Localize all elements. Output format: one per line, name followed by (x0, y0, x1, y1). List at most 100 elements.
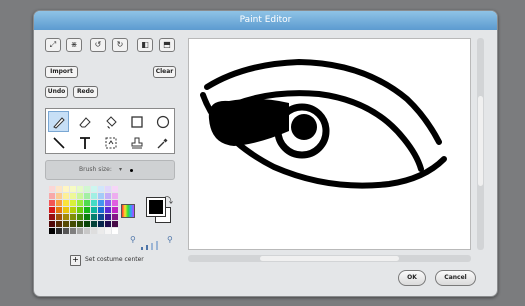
palette-swatch[interactable] (84, 228, 90, 234)
color-palette[interactable] (49, 186, 118, 234)
rotate-right-icon[interactable]: ↻ (112, 38, 128, 52)
swap-colors-icon[interactable]: ⤵ (165, 195, 173, 206)
ok-button[interactable]: OK (398, 270, 426, 286)
palette-swatch[interactable] (70, 207, 76, 213)
palette-swatch[interactable] (56, 228, 62, 234)
palette-swatch[interactable] (56, 221, 62, 227)
rectangle-tool[interactable] (126, 111, 147, 132)
palette-swatch[interactable] (63, 193, 69, 199)
palette-swatch[interactable] (77, 207, 83, 213)
palette-swatch[interactable] (77, 193, 83, 199)
undo-button[interactable]: Undo (45, 86, 68, 98)
flip-vertical-icon[interactable]: ⬒ (159, 38, 175, 52)
rotate-left-icon[interactable]: ↺ (90, 38, 106, 52)
palette-swatch[interactable] (77, 214, 83, 220)
select-tool[interactable] (100, 132, 121, 153)
stamp-tool[interactable] (126, 132, 147, 153)
eraser-tool[interactable] (74, 111, 95, 132)
palette-swatch[interactable] (112, 200, 118, 206)
paint-canvas[interactable] (188, 38, 471, 250)
palette-swatch[interactable] (49, 221, 55, 227)
palette-swatch[interactable] (105, 221, 111, 227)
palette-swatch[interactable] (63, 207, 69, 213)
palette-swatch[interactable] (112, 214, 118, 220)
palette-swatch[interactable] (98, 200, 104, 206)
clear-button[interactable]: Clear (153, 66, 176, 78)
brush-size-options[interactable]: Brush size: ▾ (45, 160, 175, 180)
palette-swatch[interactable] (91, 228, 97, 234)
palette-swatch[interactable] (105, 186, 111, 192)
import-button[interactable]: Import (45, 66, 78, 78)
palette-swatch[interactable] (70, 186, 76, 192)
palette-swatch[interactable] (91, 193, 97, 199)
palette-swatch[interactable] (63, 228, 69, 234)
zoom-in-icon[interactable]: ⚲ (167, 235, 173, 244)
palette-swatch[interactable] (70, 221, 76, 227)
palette-swatch[interactable] (91, 200, 97, 206)
palette-swatch[interactable] (98, 228, 104, 234)
color-spectrum-swatch[interactable] (121, 204, 135, 218)
cancel-button[interactable]: Cancel (435, 270, 476, 286)
palette-swatch[interactable] (105, 214, 111, 220)
palette-swatch[interactable] (105, 200, 111, 206)
palette-swatch[interactable] (49, 200, 55, 206)
palette-swatch[interactable] (84, 221, 90, 227)
palette-swatch[interactable] (91, 214, 97, 220)
palette-swatch[interactable] (84, 186, 90, 192)
redo-button[interactable]: Redo (73, 86, 98, 98)
palette-swatch[interactable] (56, 193, 62, 199)
palette-swatch[interactable] (84, 200, 90, 206)
palette-swatch[interactable] (49, 228, 55, 234)
palette-swatch[interactable] (56, 214, 62, 220)
palette-swatch[interactable] (63, 214, 69, 220)
chevron-down-icon[interactable]: ▾ (119, 161, 122, 179)
palette-swatch[interactable] (91, 221, 97, 227)
zoom-out-icon[interactable]: ⚲ (130, 235, 136, 244)
grow-icon[interactable]: ⤢ (45, 38, 61, 52)
palette-swatch[interactable] (91, 186, 97, 192)
palette-swatch[interactable] (49, 207, 55, 213)
set-center-label[interactable]: Set costume center (85, 256, 144, 263)
foreground-color-swatch[interactable] (146, 197, 166, 217)
palette-swatch[interactable] (98, 214, 104, 220)
palette-swatch[interactable] (84, 207, 90, 213)
eyedropper-tool[interactable] (152, 132, 173, 153)
horizontal-scroll-thumb[interactable] (260, 256, 399, 261)
palette-swatch[interactable] (70, 228, 76, 234)
line-tool[interactable] (48, 132, 69, 153)
palette-swatch[interactable] (77, 200, 83, 206)
palette-swatch[interactable] (56, 200, 62, 206)
palette-swatch[interactable] (70, 193, 76, 199)
vertical-scroll-thumb[interactable] (478, 96, 483, 186)
palette-swatch[interactable] (105, 228, 111, 234)
horizontal-scrollbar[interactable] (188, 255, 471, 262)
palette-swatch[interactable] (105, 193, 111, 199)
palette-swatch[interactable] (77, 221, 83, 227)
fill-tool[interactable] (100, 111, 121, 132)
palette-swatch[interactable] (112, 186, 118, 192)
palette-swatch[interactable] (105, 207, 111, 213)
shrink-icon[interactable]: ⋇ (66, 38, 82, 52)
palette-swatch[interactable] (98, 193, 104, 199)
palette-swatch[interactable] (77, 228, 83, 234)
palette-swatch[interactable] (98, 221, 104, 227)
set-center-icon[interactable]: + (70, 255, 81, 266)
brush-tool[interactable] (48, 111, 69, 132)
palette-swatch[interactable] (56, 207, 62, 213)
palette-swatch[interactable] (84, 193, 90, 199)
palette-swatch[interactable] (56, 186, 62, 192)
palette-swatch[interactable] (98, 207, 104, 213)
palette-swatch[interactable] (49, 214, 55, 220)
ellipse-tool[interactable] (152, 111, 173, 132)
palette-swatch[interactable] (77, 186, 83, 192)
palette-swatch[interactable] (70, 200, 76, 206)
palette-swatch[interactable] (63, 186, 69, 192)
palette-swatch[interactable] (63, 221, 69, 227)
palette-swatch[interactable] (112, 221, 118, 227)
text-tool[interactable] (74, 132, 95, 153)
palette-swatch[interactable] (112, 228, 118, 234)
vertical-scrollbar[interactable] (477, 38, 484, 250)
palette-swatch[interactable] (70, 214, 76, 220)
palette-swatch[interactable] (63, 200, 69, 206)
palette-swatch[interactable] (84, 214, 90, 220)
